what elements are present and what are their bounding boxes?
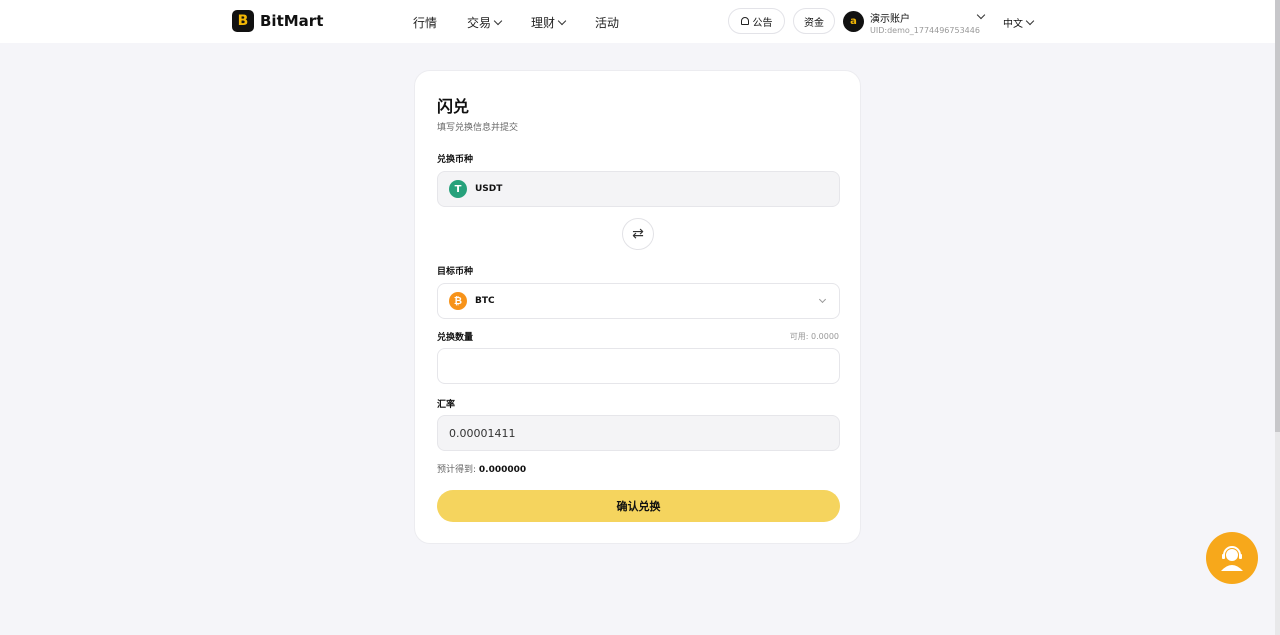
nav-activity-label: 活动 (595, 16, 620, 30)
swap-direction-button[interactable]: ⇄ (622, 218, 654, 250)
chevron-down-icon (818, 295, 827, 304)
page-scrollbar[interactable] (1275, 0, 1280, 635)
rate-field: 0.00001411 (437, 415, 840, 451)
brand-logo[interactable]: B BitMart (232, 10, 323, 32)
account-name: 演示账户 (870, 14, 910, 25)
nav-activity[interactable]: 活动 (595, 14, 619, 31)
amount-input[interactable] (437, 348, 840, 384)
nav-earn-label: 理财 (531, 16, 556, 30)
swap-arrows-icon: ⇄ (632, 226, 644, 242)
usdt-icon: T (449, 180, 467, 198)
nav-market-label: 行情 (413, 16, 438, 30)
to-coin-name: BTC (475, 296, 495, 306)
amount-label: 兑换数量 (437, 333, 474, 343)
bitmart-logo-icon: B (232, 10, 254, 32)
bell-icon (740, 17, 749, 25)
flash-swap-card: 闪兑 填写兑换信息并提交 兑换币种 T USDT ⇄ 目标币种 ₿ BTC 兑换… (414, 70, 861, 544)
rate-label: 汇率 (437, 400, 456, 410)
estimate-value: 0.000000 (478, 465, 527, 475)
to-coin-select[interactable]: ₿ BTC (437, 283, 840, 319)
support-agent-icon (1221, 546, 1243, 571)
avatar[interactable]: a (843, 11, 864, 32)
from-coin-label: 兑换币种 (437, 155, 474, 165)
from-coin-name: USDT (475, 184, 503, 194)
from-coin-field: T USDT (437, 171, 840, 207)
chevron-down-icon (493, 16, 503, 25)
brand-name: BitMart (260, 12, 324, 30)
chevron-down-icon (1025, 16, 1035, 25)
estimate-label: 预计得到: (437, 465, 477, 475)
btc-icon: ₿ (449, 292, 467, 310)
to-coin-label: 目标币种 (437, 267, 474, 277)
funds-button[interactable]: 资金 (793, 8, 835, 34)
page-subtitle: 填写兑换信息并提交 (437, 123, 519, 133)
main-nav: 行情 交易 理财 活动 (413, 14, 649, 31)
customer-support-button[interactable] (1206, 532, 1258, 584)
nav-earn[interactable]: 理财 (531, 14, 567, 31)
nav-market[interactable]: 行情 (413, 14, 437, 31)
language-label: 中文 (1003, 19, 1023, 30)
estimate-row: 预计得到: 0.000000 (437, 462, 526, 475)
nav-trade[interactable]: 交易 (467, 14, 503, 31)
announcement-label: 公告 (752, 17, 773, 29)
confirm-swap-button[interactable]: 确认兑换 (437, 490, 840, 522)
scrollbar-thumb[interactable] (1275, 0, 1280, 432)
chevron-down-icon (557, 16, 567, 25)
page-title: 闪兑 (437, 97, 470, 116)
top-header: B BitMart 行情 交易 理财 活动 公告 资金 a 演示账户 UID:d… (0, 0, 1275, 43)
account-menu[interactable]: 演示账户 UID:demo_1774496753446 (870, 10, 980, 35)
available-balance: 可用: 0.0000 (789, 332, 839, 341)
language-selector[interactable]: 中文 (1003, 15, 1035, 30)
nav-trade-label: 交易 (467, 16, 492, 30)
announcement-button[interactable]: 公告 (728, 8, 785, 34)
rate-value: 0.00001411 (449, 426, 516, 440)
funds-label: 资金 (804, 17, 824, 29)
account-uid: UID:demo_1774496753446 (870, 26, 980, 35)
